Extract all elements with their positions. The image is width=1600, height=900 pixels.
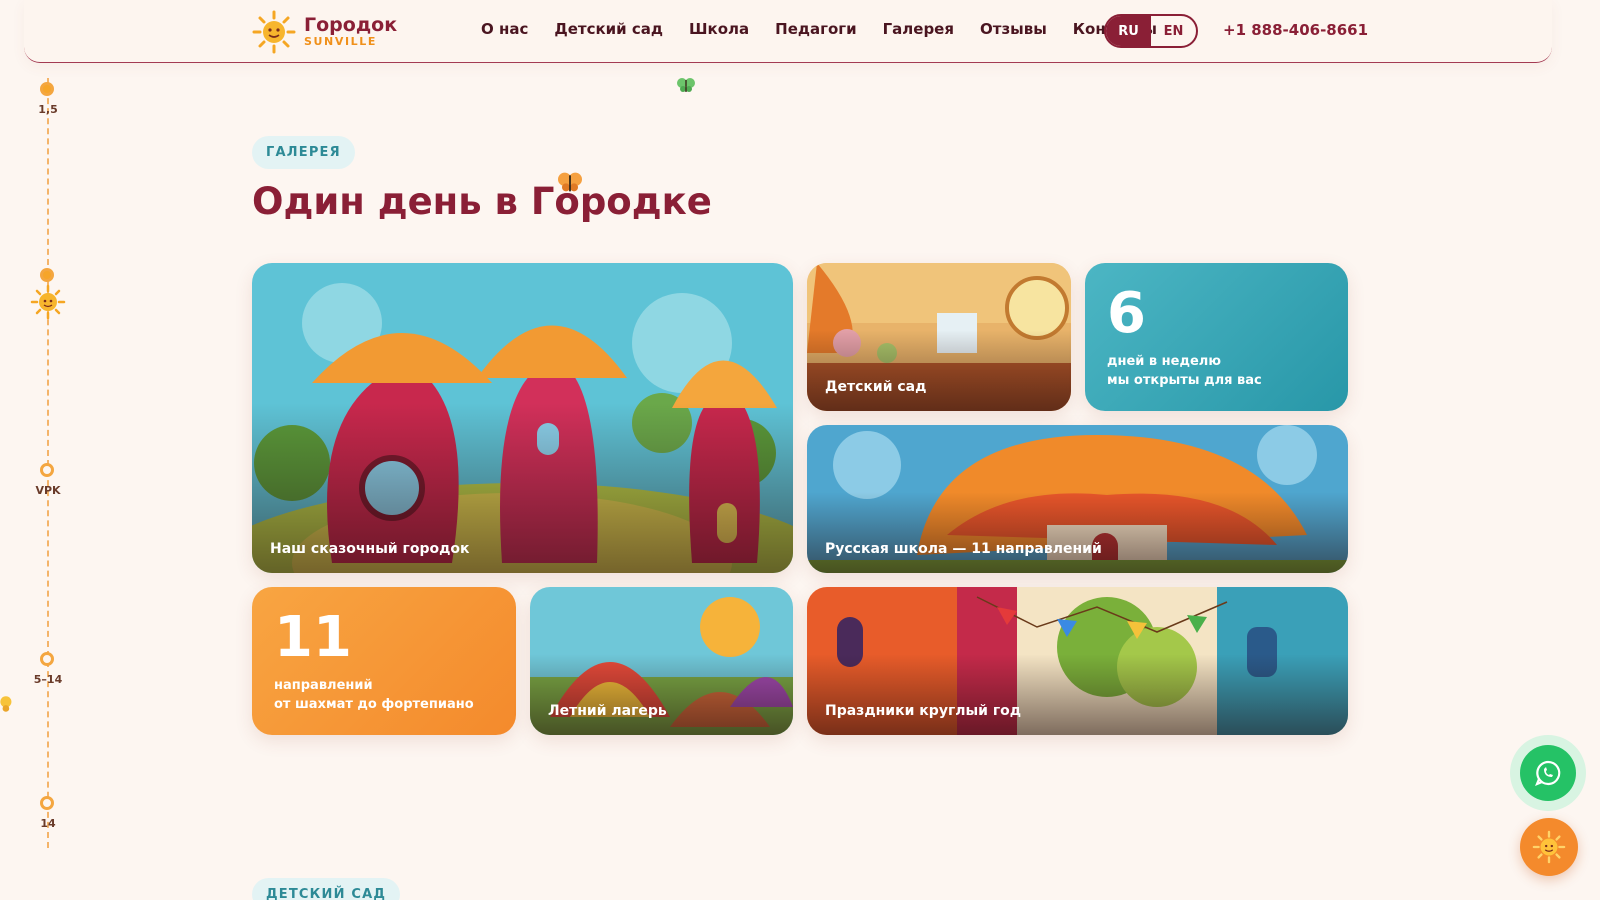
stat-number: 6 xyxy=(1107,281,1146,346)
tile-caption: Праздники круглый год xyxy=(825,703,1022,719)
butterfly-icon xyxy=(677,78,695,92)
stat-line: от шахмат до фортепиано xyxy=(274,697,474,712)
timeline-dot[interactable] xyxy=(40,796,54,810)
language-switch: RU EN xyxy=(1104,14,1198,48)
timeline-label: VPK xyxy=(35,484,61,497)
stat-line: направлений xyxy=(274,678,373,693)
mascot-button[interactable] xyxy=(1520,818,1578,876)
nav-item-teachers[interactable]: Педагоги xyxy=(775,20,856,38)
timeline-label: 14 xyxy=(40,817,56,830)
tile-caption: Русская школа — 11 направлений xyxy=(825,541,1102,557)
sun-logo-icon xyxy=(252,10,296,54)
tile-caption: Летний лагерь xyxy=(548,703,667,719)
nav-item-about[interactable]: О нас xyxy=(481,20,528,38)
gallery-tile-kindergarten[interactable]: Детский сад xyxy=(807,263,1071,411)
phone-link[interactable]: +1 888-406-8661 xyxy=(1223,21,1368,39)
nav-item-gallery[interactable]: Галерея xyxy=(883,20,954,38)
logo-subtitle: SUNVILLE xyxy=(304,35,377,48)
stat-line: мы открыты для вас xyxy=(1107,373,1262,388)
timeline-label: 5–14 xyxy=(33,673,63,686)
image-overlay xyxy=(807,329,1071,411)
section-pill-gallery: ГАЛЕРЕЯ xyxy=(252,136,355,169)
logo[interactable]: Городок SUNVILLE xyxy=(252,10,397,54)
section-title: Один день в Городке xyxy=(252,180,712,223)
section-pill-kindergarten: ДЕТСКИЙ САД xyxy=(252,878,401,900)
timeline-dot[interactable] xyxy=(40,82,54,96)
timeline-dot[interactable] xyxy=(40,463,54,477)
image-overlay xyxy=(807,491,1348,573)
main-nav: О нас Детский сад Школа Педагоги Галерея… xyxy=(481,20,1157,38)
stat-number: 11 xyxy=(274,605,352,670)
timeline-dot[interactable] xyxy=(40,652,54,666)
butterfly-icon xyxy=(0,696,12,712)
nav-item-kindergarten[interactable]: Детский сад xyxy=(554,20,663,38)
site-header: Городок SUNVILLE О нас Детский сад Школа… xyxy=(24,0,1552,63)
whatsapp-icon xyxy=(1535,760,1561,786)
tile-caption: Наш сказочный городок xyxy=(270,541,470,557)
lang-ru-button[interactable]: RU xyxy=(1106,16,1151,46)
image-overlay xyxy=(530,653,793,735)
nav-item-school[interactable]: Школа xyxy=(689,20,749,38)
stat-card-days: 6 дней в неделю мы открыты для вас xyxy=(1085,263,1348,411)
nav-item-reviews[interactable]: Отзывы xyxy=(980,20,1047,38)
whatsapp-button[interactable] xyxy=(1520,745,1576,801)
gallery-tile-school[interactable]: Русская школа — 11 направлений xyxy=(807,425,1348,573)
gallery-tile-camp[interactable]: Летний лагерь xyxy=(530,587,793,735)
tile-caption: Детский сад xyxy=(825,379,927,395)
lang-en-button[interactable]: EN xyxy=(1151,16,1196,46)
gallery-tile-holidays[interactable]: Праздники круглый год xyxy=(807,587,1348,735)
timeline-label: 1,5 xyxy=(38,103,58,116)
image-overlay xyxy=(807,653,1348,735)
timeline-dot[interactable] xyxy=(40,268,54,282)
stat-line: дней в неделю xyxy=(1107,354,1221,369)
sun-mascot-icon xyxy=(1532,830,1566,864)
gallery-tile-town[interactable]: Наш сказочный городок xyxy=(252,263,793,573)
sun-mascot-icon xyxy=(30,284,66,320)
logo-name: Городок xyxy=(304,14,398,36)
stat-card-directions: 11 направлений от шахмат до фортепиано xyxy=(252,587,516,735)
